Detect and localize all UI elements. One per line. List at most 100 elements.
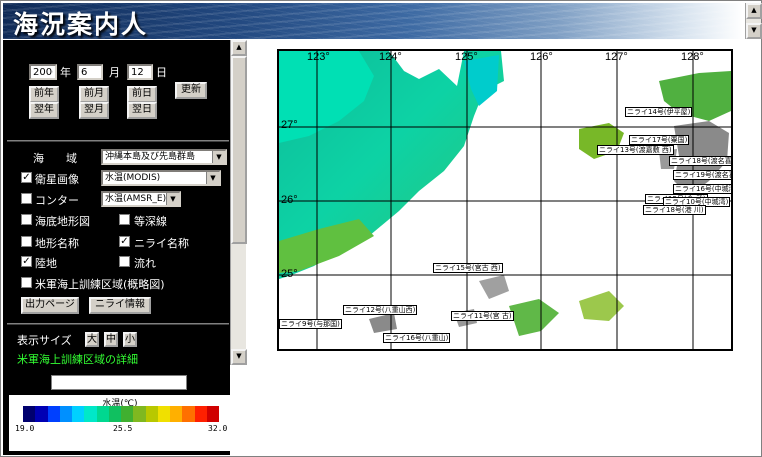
niray-label: ニライ名称 [134, 237, 189, 250]
scroll-up-button[interactable]: ▲ [746, 3, 762, 19]
niray-buoy-label[interactable]: ニライ11号(宮 古) [451, 311, 514, 321]
prev-year-button[interactable]: 前年 [29, 86, 59, 103]
lon-label: 126° [530, 51, 553, 63]
contour-select[interactable]: 水温(AMSR_E) ▼ [101, 191, 181, 207]
color-scale-swatch [121, 406, 134, 422]
contour-checkbox[interactable] [21, 193, 32, 204]
niray-buoy-label[interactable]: ニライ19号(渡名喜 喜) [673, 170, 731, 180]
training-area-checkbox[interactable] [21, 277, 32, 288]
placename-label: 地形名称 [35, 237, 79, 250]
month-unit: 月 [109, 66, 120, 79]
area-select[interactable]: 沖縄本島及び先島群島 ▼ [101, 149, 227, 165]
update-button[interactable]: 更新 [175, 82, 207, 99]
training-area-label: 米軍海上訓練区域(概略図) [35, 278, 165, 291]
scale-mid-label: 25.5 [113, 424, 133, 433]
cloud-s2 [369, 313, 397, 333]
prev-month-button[interactable]: 前月 [79, 86, 109, 103]
color-scale-swatch [47, 406, 60, 422]
chevron-down-icon: ▼ [166, 193, 179, 205]
lon-label: 123° [307, 51, 330, 63]
divider [7, 323, 229, 325]
day-input[interactable] [127, 64, 153, 80]
satellite-label: 衛星画像 [35, 173, 79, 186]
lon-label: 127° [605, 51, 628, 63]
niray-buoy-label[interactable]: ニライ15号(宮古 西) [433, 263, 503, 273]
next-month-button[interactable]: 翌月 [79, 102, 109, 119]
color-scale-swatch [59, 406, 72, 422]
niray-info-button[interactable]: ニライ情報 [89, 297, 151, 314]
land-checkbox[interactable]: ✓ [21, 256, 32, 267]
scale-min-label: 19.0 [15, 424, 35, 433]
satellite-select[interactable]: 水温(MODIS) ▼ [101, 170, 221, 186]
scroll-down-button[interactable]: ▼ [746, 23, 762, 39]
color-scale-swatch [108, 406, 121, 422]
sea-temperature-map[interactable]: 123° 124° 125° 126° 127° 128° 27° 26° 25… [277, 49, 733, 351]
next-day-button[interactable]: 翌日 [127, 102, 157, 119]
page-scrollbar[interactable]: ▲ ▼ [745, 3, 762, 39]
size-large-button[interactable]: 大 [85, 332, 99, 347]
display-size-label: 表示サイズ [17, 334, 72, 347]
month-input[interactable] [77, 64, 103, 80]
seafloor-checkbox[interactable] [21, 214, 32, 225]
lon-label: 128° [681, 51, 704, 63]
niray-buoy-label[interactable]: ニライ17号(粟国) [629, 135, 690, 145]
prev-day-button[interactable]: 前日 [127, 86, 157, 103]
satellite-select-value: 水温(MODIS) [105, 173, 161, 183]
current-checkbox[interactable] [119, 256, 130, 267]
current-label: 流れ [134, 257, 156, 270]
color-scale: 水温(℃) 19.0 25.5 32.0 [9, 395, 231, 451]
color-scale-swatch [72, 406, 85, 422]
placename-checkbox[interactable] [21, 236, 32, 247]
year-input[interactable] [29, 64, 57, 80]
panel-scrollbar[interactable]: ▲ ▼ [230, 40, 247, 365]
cloud-s [479, 275, 509, 299]
niray-checkbox[interactable]: ✓ [119, 236, 130, 247]
color-scale-swatch [96, 406, 109, 422]
niray-buoy-label[interactable]: ニライ14号(伊平屋) [625, 107, 693, 117]
scroll-up-button[interactable]: ▲ [231, 40, 247, 56]
scale-max-label: 32.0 [208, 424, 228, 433]
next-year-button[interactable]: 翌年 [29, 102, 59, 119]
color-scale-swatch [206, 406, 219, 422]
output-page-button[interactable]: 出力ページ [21, 297, 79, 314]
chevron-down-icon: ▼ [212, 151, 225, 163]
area-select-value: 沖縄本島及び先島群島 [105, 152, 196, 162]
land-label: 陸地 [35, 257, 57, 270]
browser-window: 海況案内人 ▲ ▼ 年 月 日 前年 前月 前日 更新 翌年 翌月 翌日 海 域… [0, 0, 762, 457]
seafloor-label: 海底地形図 [35, 215, 90, 228]
water-mass-green-s [509, 299, 559, 336]
color-scale-swatch [35, 406, 48, 422]
niray-buoy-label[interactable]: ニライ18号(港 川) [643, 205, 706, 215]
day-unit: 日 [156, 66, 167, 79]
niray-buoy-label[interactable]: ニライ9号(与那国) [279, 319, 342, 329]
contour-select-value: 水温(AMSR_E) [105, 194, 167, 204]
color-scale-swatch [145, 406, 158, 422]
size-medium-button[interactable]: 中 [104, 332, 118, 347]
chevron-down-icon: ▼ [206, 172, 219, 184]
lat-label: 27° [281, 119, 298, 131]
header-banner: 海況案内人 [3, 3, 743, 39]
niray-buoy-label[interactable]: ニライ16号(中城湾東) [673, 184, 731, 194]
niray-buoy-label[interactable]: ニライ13号(渡嘉敷 西) [597, 145, 674, 155]
scroll-down-button[interactable]: ▼ [231, 349, 247, 365]
color-scale-swatch [133, 406, 146, 422]
divider [7, 140, 229, 142]
lon-label: 125° [455, 51, 478, 63]
niray-buoy-label[interactable]: ニライ12号(八重山西) [343, 305, 418, 315]
niray-buoy-label[interactable]: ニライ18号(渡名喜) [669, 156, 731, 166]
value-display-box [51, 375, 187, 390]
color-scale-swatch [194, 406, 207, 422]
training-area-detail-link[interactable]: 米軍海上訓練区域の詳細 [17, 351, 138, 365]
color-scale-bar [23, 406, 219, 422]
control-panel: 年 月 日 前年 前月 前日 更新 翌年 翌月 翌日 海 域 沖縄本島及び先島群… [3, 40, 230, 365]
date-row: 年 月 日 [29, 64, 167, 80]
year-unit: 年 [60, 66, 71, 79]
niray-buoy-label[interactable]: ニライ16号(八重山) [383, 333, 451, 343]
isobath-checkbox[interactable] [119, 214, 130, 225]
size-small-button[interactable]: 小 [123, 332, 137, 347]
page-title: 海況案内人 [13, 10, 149, 39]
lon-label: 124° [379, 51, 402, 63]
legend-area: 水温(℃) 19.0 25.5 32.0 [3, 365, 231, 455]
scroll-thumb[interactable] [231, 56, 247, 244]
satellite-checkbox[interactable]: ✓ [21, 172, 32, 183]
